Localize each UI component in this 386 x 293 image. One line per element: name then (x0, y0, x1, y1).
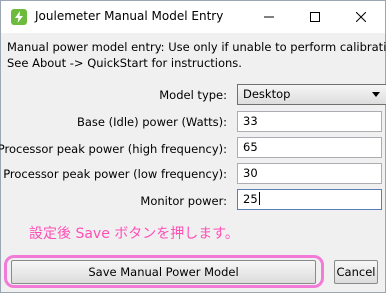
base-power-input[interactable]: 33 (237, 111, 382, 132)
monitor-power-label: Monitor power: (140, 194, 227, 208)
close-button[interactable] (338, 1, 384, 33)
minimize-icon (264, 16, 274, 18)
save-manual-power-model-button[interactable]: Save Manual Power Model (11, 260, 316, 284)
model-type-dropdown[interactable]: Desktop (237, 84, 386, 105)
annotation-note: 設定後 Save ボタンを押します。 (29, 226, 239, 242)
cpu-low-power-input[interactable]: 30 (237, 163, 382, 184)
model-type-label: Model type: (159, 88, 227, 102)
maximize-button[interactable] (292, 1, 338, 33)
text-caret (258, 192, 260, 205)
model-type-value: Desktop (243, 87, 291, 101)
title-bar: Joulemeter Manual Model Entry (1, 1, 385, 33)
monitor-power-value: 25 (243, 192, 258, 206)
cancel-button[interactable]: Cancel (334, 260, 378, 284)
minimize-button[interactable] (246, 1, 292, 33)
joulemeter-app-icon (11, 9, 27, 25)
instructions-line-2: See About -> QuickStart for instructions… (7, 56, 242, 70)
close-icon (356, 12, 366, 22)
base-power-value: 33 (243, 114, 258, 128)
instructions-text: Manual power model entry: Use only if un… (7, 39, 386, 71)
cpu-low-power-value: 30 (243, 166, 258, 180)
base-power-label: Base (Idle) power (Watts): (77, 115, 227, 129)
cpu-high-power-value: 65 (243, 140, 258, 154)
dropdown-arrow-icon (372, 92, 380, 97)
maximize-icon (310, 12, 320, 22)
monitor-power-input[interactable]: 25 (237, 189, 382, 210)
window-title: Joulemeter Manual Model Entry (35, 9, 224, 23)
instructions-line-1: Manual power model entry: Use only if un… (7, 40, 386, 54)
cpu-high-power-label: Processor peak power (high frequency): (0, 142, 227, 156)
cpu-high-power-input[interactable]: 65 (237, 137, 382, 158)
dialog-window: Joulemeter Manual Model Entry Manual pow… (0, 0, 386, 293)
cpu-low-power-label: Processor peak power (low frequency): (3, 167, 227, 181)
